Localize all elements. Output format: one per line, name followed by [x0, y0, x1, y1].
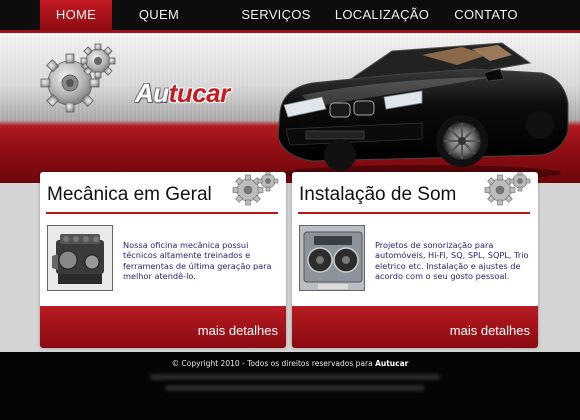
nav-localizacao[interactable]: LOCALIZAÇÃO [330, 0, 434, 30]
card-footer: mais detalhes [40, 306, 286, 348]
nav-quem-somos[interactable]: QUEM SOMOS [118, 0, 200, 51]
main-nav: HOME QUEM SOMOS SERVIÇOS LOCALIZAÇÃO CON… [0, 0, 580, 51]
blurred-text-line [165, 385, 425, 391]
blurred-text-line [150, 374, 440, 380]
more-details-link[interactable]: mais detalhes [198, 323, 278, 338]
copyright-brand: Autucar [375, 359, 409, 368]
nav-servicos[interactable]: SERVIÇOS [236, 0, 316, 30]
site-logo[interactable]: Autucar [40, 43, 240, 123]
gears-icon [484, 172, 531, 206]
more-details-link[interactable]: mais detalhes [450, 323, 530, 338]
copyright-prefix: © Copyright 2010 - Todos os direitos res… [171, 359, 376, 368]
card-description: Nossa oficina mecânica possui técnicos a… [123, 240, 272, 281]
nav-contato[interactable]: CONTATO [447, 0, 525, 30]
card-divider [298, 212, 530, 214]
hero-banner: Autucar [0, 33, 580, 183]
card-title: Instalação de Som [299, 184, 457, 205]
logo-accent: tucar [168, 78, 231, 108]
service-card-som: Instalação de Som Projetos de sonorizaçã… [292, 172, 538, 348]
gears-icon [232, 172, 279, 206]
car-image [277, 42, 569, 181]
card-description: Projetos de sonorização para automóveis,… [375, 240, 529, 281]
service-card-mecanica: Mecânica em Geral Nossa oficina mecânica… [40, 172, 286, 348]
nav-home[interactable]: HOME [40, 0, 112, 30]
logo-prefix: Au [135, 78, 169, 108]
card-title: Mecânica em Geral [47, 184, 212, 205]
engine-image [47, 225, 113, 291]
copyright-text: © Copyright 2010 - Todos os direitos res… [0, 359, 580, 368]
site-footer: © Copyright 2010 - Todos os direitos res… [0, 352, 580, 420]
card-footer: mais detalhes [292, 306, 538, 348]
logo-wordmark: Autucar [135, 78, 230, 109]
card-divider [46, 212, 278, 214]
speaker-image [299, 225, 365, 291]
